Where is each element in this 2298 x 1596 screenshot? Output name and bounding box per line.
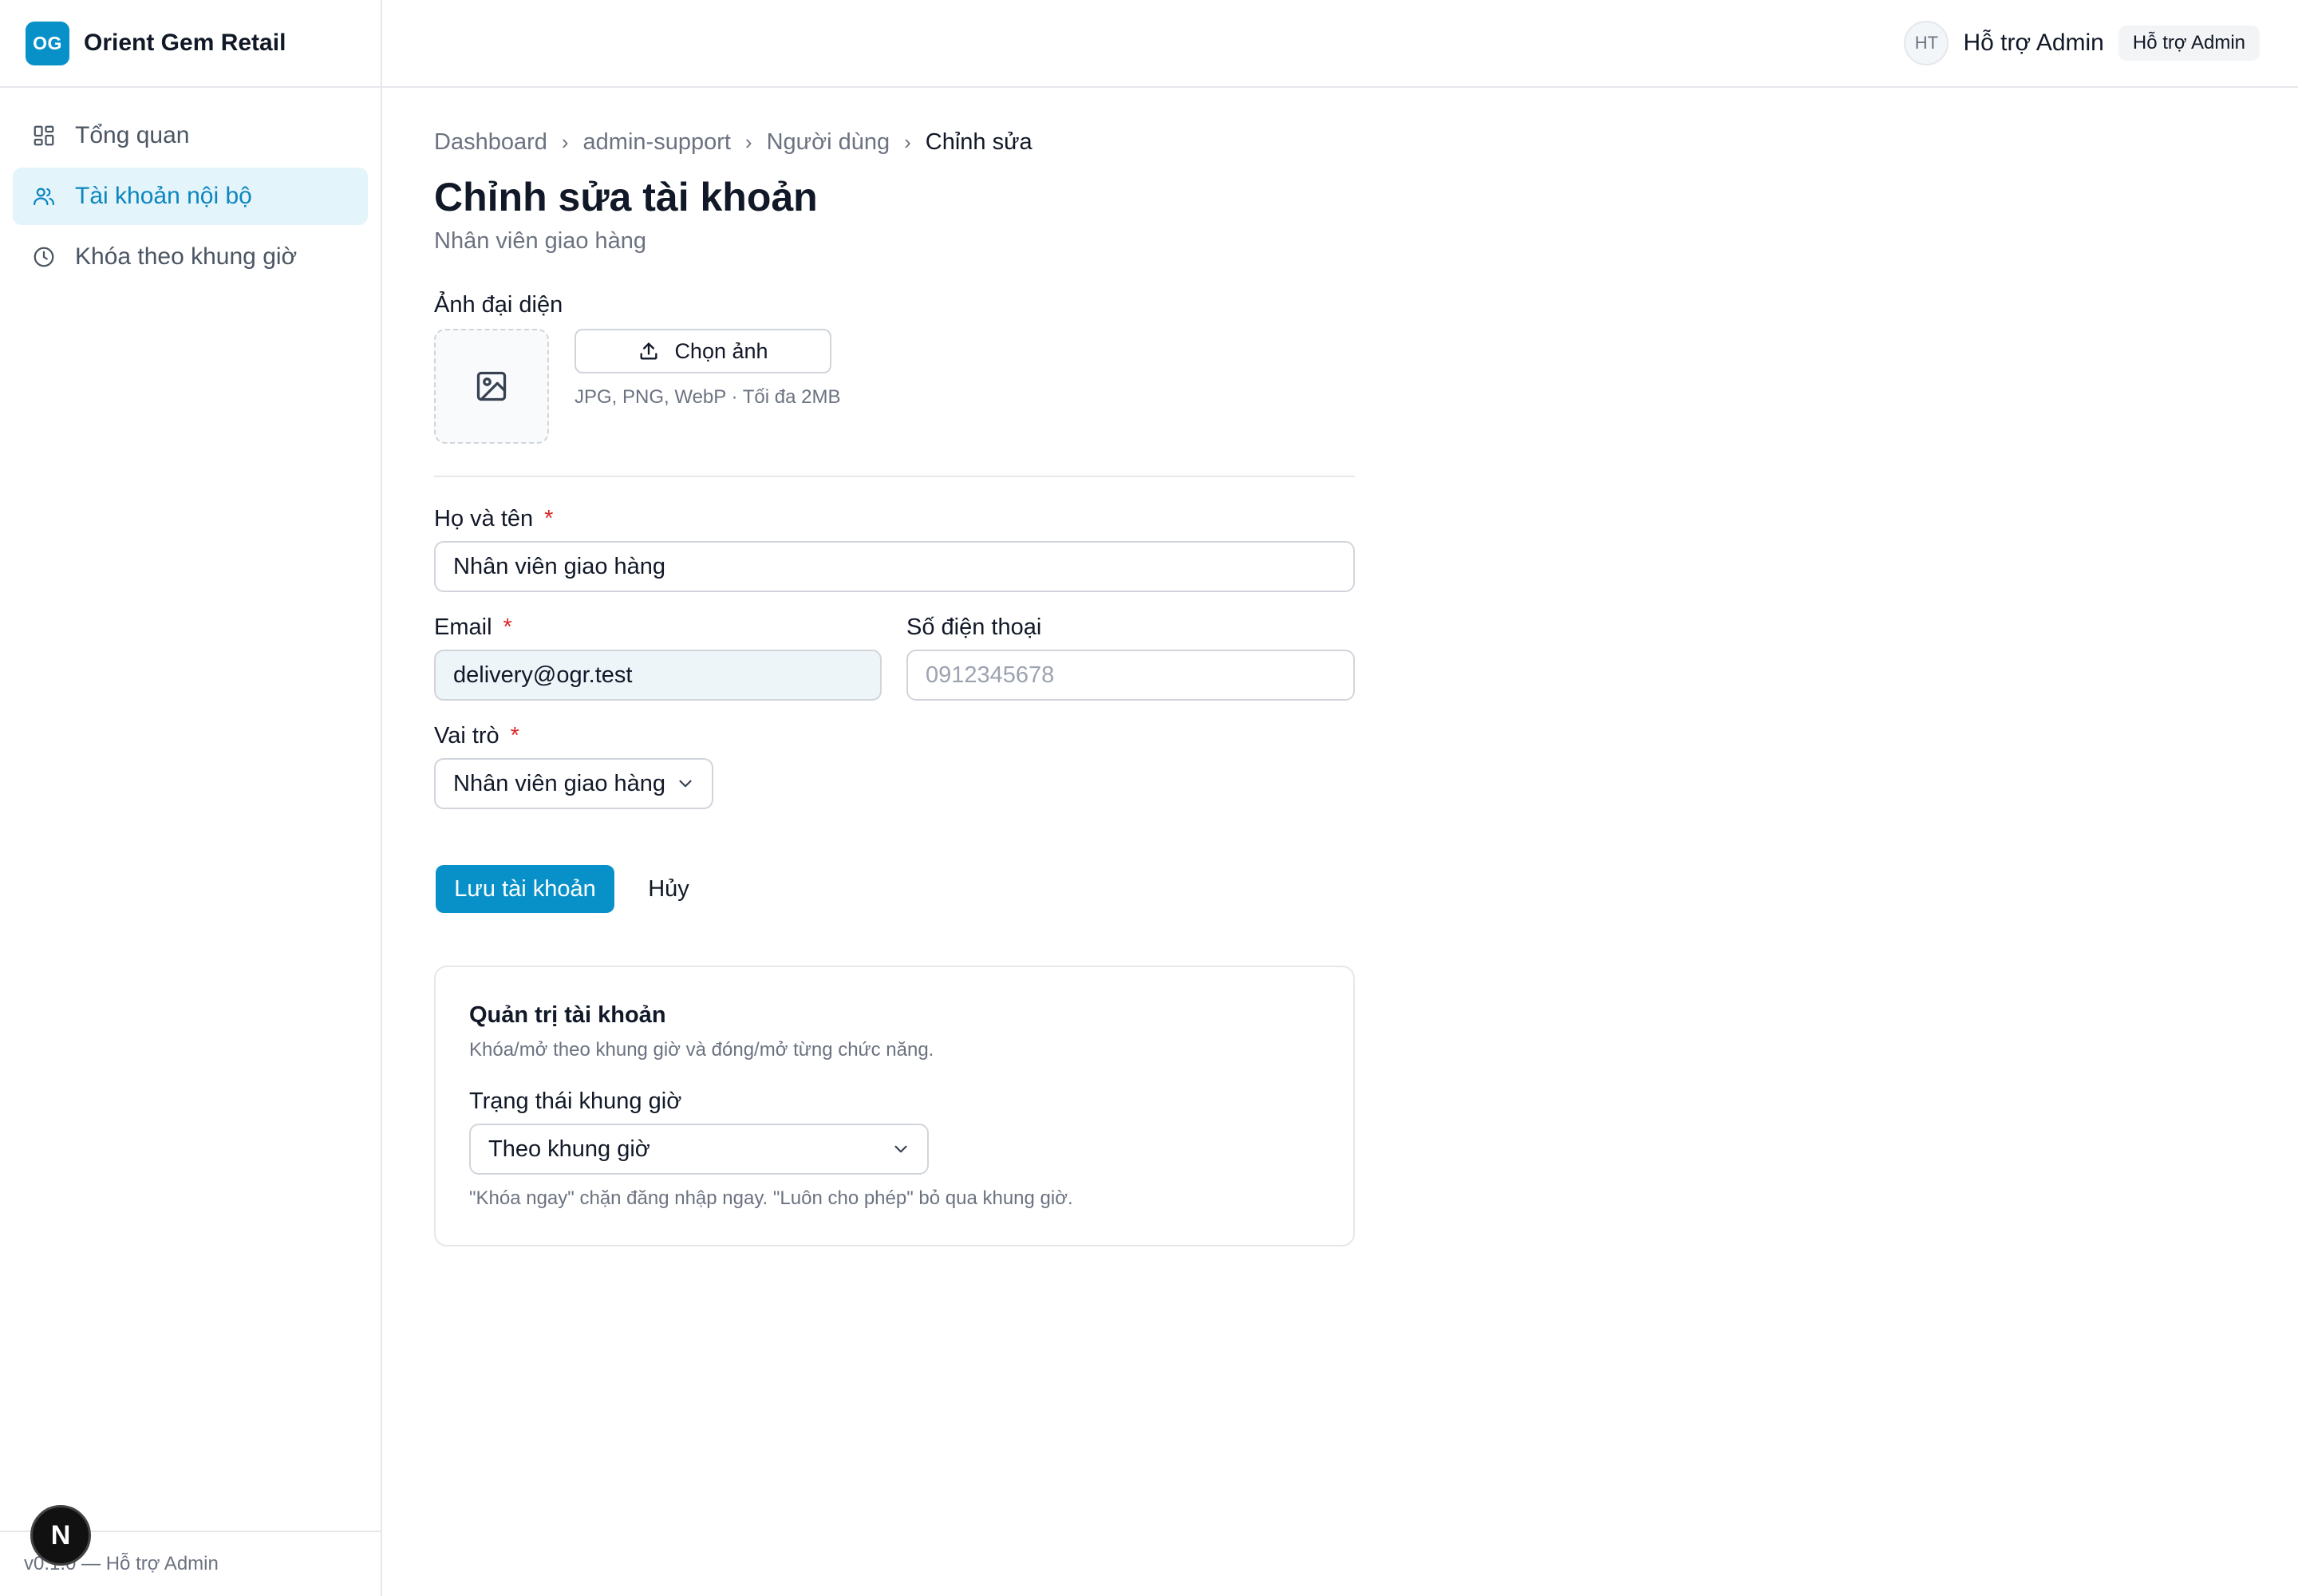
email-label: Email * [434,614,512,641]
avatar[interactable]: HT [1904,21,1949,65]
page-title: Chỉnh sửa tài khoản [434,175,818,219]
users-icon [30,183,57,210]
clock-icon [30,243,57,271]
time-status-label: Trạng thái khung giờ [469,1088,682,1114]
upload-icon [640,342,657,360]
required-mark: * [503,614,512,640]
chevron-right-icon: › [561,130,569,154]
section-divider [434,476,1355,477]
full-name-label-text: Họ và tên [434,506,534,531]
chevron-right-icon: › [744,130,752,154]
choose-image-button[interactable]: Chọn ảnh [574,329,831,373]
brand-header: OG Orient Gem Retail [0,0,381,88]
email-field[interactable]: delivery@ogr.test [434,650,882,701]
sidebar-item-label: Khóa theo khung giờ [75,243,298,270]
dashboard-grid-icon [30,122,57,149]
breadcrumb-dashboard[interactable]: Dashboard [434,129,547,156]
image-icon [476,371,507,401]
brand-logo[interactable]: OG [26,21,69,65]
sidebar: OG Orient Gem Retail Tổng quan Tài khoản… [0,0,382,1596]
avatar-preview[interactable] [434,329,549,444]
breadcrumb-admin-support[interactable]: admin-support [583,129,731,156]
user-name[interactable]: Hỗ trợ Admin [1963,30,2103,57]
cancel-button[interactable]: Hủy [629,865,709,913]
phone-input[interactable]: 0912345678 [906,650,1355,701]
chevron-down-icon [679,780,692,788]
role-label: Vai trò * [434,723,519,749]
card-title: Quản trị tài khoản [469,1002,666,1028]
phone-label: Số điện thoại [906,614,1042,640]
chevron-right-icon: › [904,130,911,154]
next-dev-indicator-icon[interactable]: N [30,1505,91,1566]
time-status-select[interactable]: Theo khung giờ [469,1124,929,1175]
upload-hint: JPG, PNG, WebP · Tối đa 2MB [574,386,841,408]
role-label-text: Vai trò [434,723,499,749]
role-badge: Hỗ trợ Admin [2118,26,2260,61]
sidebar-item-overview[interactable]: Tổng quan [13,107,368,164]
sidebar-item-internal-accounts[interactable]: Tài khoản nội bộ [13,168,368,225]
time-status-hint: "Khóa ngay" chặn đăng nhập ngay. "Luôn c… [469,1187,1073,1209]
full-name-label: Họ và tên * [434,506,553,532]
breadcrumb-users[interactable]: Người dùng [767,129,890,156]
avatar-label: Ảnh đại diện [434,292,563,318]
save-account-button[interactable]: Lưu tài khoản [436,865,614,913]
page-subtitle: Nhân viên giao hàng [434,228,647,254]
choose-image-label: Chọn ảnh [674,338,768,363]
role-select[interactable]: Nhân viên giao hàng [434,758,713,809]
topbar: HT Hỗ trợ Admin Hỗ trợ Admin [382,0,2298,88]
sidebar-item-label: Tài khoản nội bộ [75,183,252,209]
account-admin-card: Quản trị tài khoản Khóa/mở theo khung gi… [434,966,1355,1246]
sidebar-nav: Tổng quan Tài khoản nội bộ Khóa theo khu… [0,88,381,308]
chevron-down-icon [894,1145,907,1153]
breadcrumb-current: Chỉnh sửa [925,129,1033,155]
sidebar-item-time-lock[interactable]: Khóa theo khung giờ [13,228,368,286]
sidebar-item-label: Tổng quan [75,122,190,148]
required-mark: * [510,723,519,749]
time-status-value: Theo khung giờ [488,1136,650,1162]
required-mark: * [544,506,554,531]
brand-name[interactable]: Orient Gem Retail [84,30,286,57]
card-description: Khóa/mở theo khung giờ và đóng/mở từng c… [469,1039,934,1061]
role-select-value: Nhân viên giao hàng [453,770,666,796]
email-label-text: Email [434,614,492,640]
full-name-input[interactable]: Nhân viên giao hàng [434,541,1355,592]
breadcrumb: Dashboard › admin-support › Người dùng ›… [434,129,1033,156]
